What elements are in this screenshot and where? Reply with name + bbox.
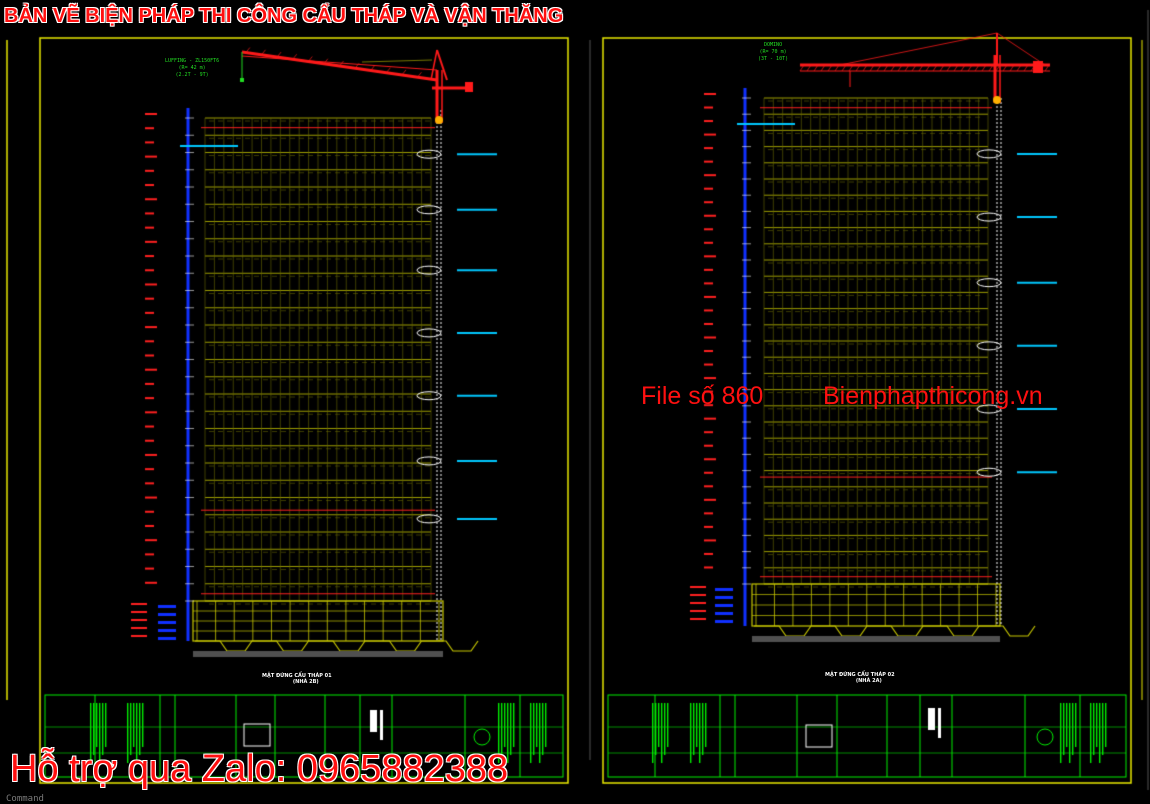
crane-label-line: (R= 70 m) [759, 49, 787, 55]
website-label: Bienphapthicong.vn [823, 382, 1043, 410]
file-number-label: File số 860 [641, 382, 764, 410]
crane-label-line: (R= 42 m) [178, 65, 206, 71]
zalo-support-label: Hỗ trợ qua Zalo: 0965882388 [10, 748, 509, 790]
sheet-2-caption: MẶT ĐỨNG CẨU THÁP 02 (NHÀ 2A) [825, 672, 895, 684]
sheet-caption-subtitle: (NHÀ 2A) [855, 678, 882, 684]
sheet-1-caption: MẶT ĐỨNG CẨU THÁP 01 (NHÀ 2B) [262, 673, 332, 685]
crane-label-line: (3T - 10T) [758, 56, 789, 62]
crane-label-line: LUFFING - ZL150FT6 [165, 58, 220, 64]
sheet-caption-subtitle: (NHÀ 2B) [292, 679, 319, 685]
crane-label-line: DOMINO [764, 42, 783, 48]
watermark-title: BẢN VẼ BIỆN PHÁP THI CÔNG CẨU THÁP VÀ VẬ… [4, 5, 564, 27]
sheet-1-crane-label: LUFFING - ZL150FT6 (R= 42 m) (2.2T - 9T) [165, 58, 219, 79]
crane-label-line: (2.2T - 9T) [175, 72, 209, 78]
sheet-2-crane-label: DOMINO (R= 70 m) (3T - 10T) [758, 42, 788, 63]
